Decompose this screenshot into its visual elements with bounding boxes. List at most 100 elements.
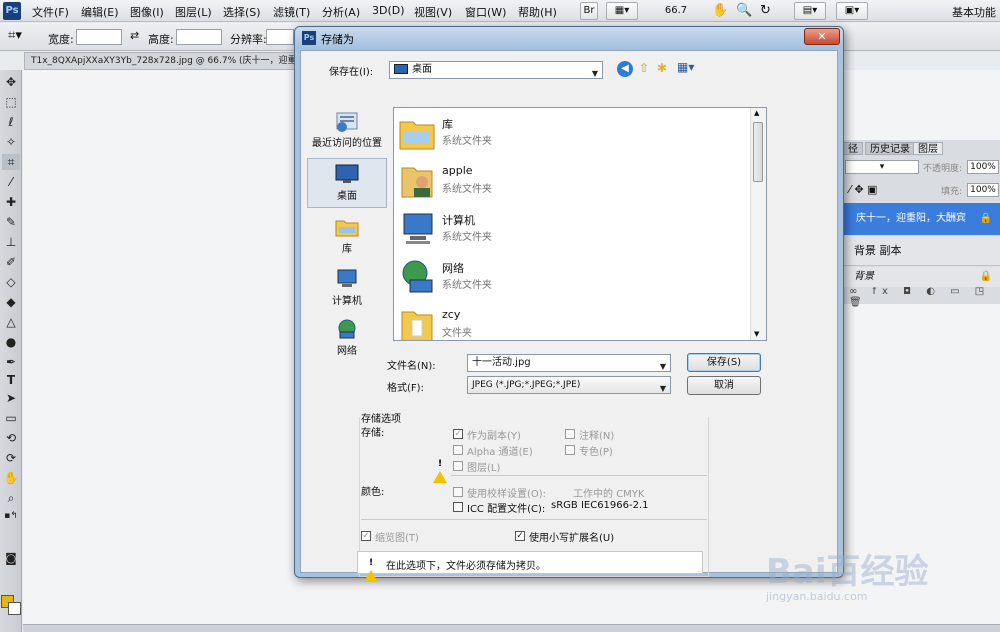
- menu-file[interactable]: 文件(F): [32, 4, 69, 20]
- place-recent[interactable]: 最近访问的位置: [307, 106, 387, 156]
- back-icon[interactable]: ◀: [617, 61, 633, 77]
- rotate-view-icon[interactable]: ↻: [760, 3, 771, 18]
- zoom-tool-icon[interactable]: ⌕: [2, 490, 20, 506]
- healing-brush-icon[interactable]: ✚: [2, 194, 20, 210]
- pen-tool-icon[interactable]: ✒: [2, 354, 20, 370]
- up-folder-icon[interactable]: ⇧: [639, 61, 649, 75]
- notes-checkbox[interactable]: [565, 429, 575, 439]
- blur-tool-icon[interactable]: △: [2, 314, 20, 330]
- lock-icons[interactable]: ⁄ ✥ ▣: [849, 183, 877, 196]
- resolution-input[interactable]: [266, 29, 294, 45]
- eyedropper-icon[interactable]: ⁄: [2, 174, 20, 190]
- layers-checkbox[interactable]: [453, 461, 463, 471]
- dialog-titlebar[interactable]: Ps 存储为 ✕: [295, 27, 843, 49]
- clone-stamp-icon[interactable]: ⊥: [2, 234, 20, 250]
- layer-row-selected[interactable]: 庆十一，迎重阳，大酬宾 🔒: [842, 203, 1000, 235]
- scroll-down-icon[interactable]: ▼: [754, 330, 759, 338]
- swap-icon[interactable]: ⇄: [130, 29, 139, 42]
- 3d-orbit-icon[interactable]: ⟳: [2, 450, 20, 466]
- list-item[interactable]: 网络 系统文件夹: [398, 254, 748, 300]
- menu-window[interactable]: 窗口(W): [465, 4, 506, 20]
- background-color-swatch[interactable]: [8, 602, 21, 615]
- place-label: 网络: [337, 346, 357, 357]
- move-tool-icon[interactable]: ✥: [2, 74, 20, 90]
- document-tab[interactable]: T1x_8QXApjXXaXY3Yb_728x728.jpg @ 66.7% (…: [24, 52, 304, 70]
- new-folder-icon[interactable]: ✱: [657, 61, 667, 75]
- opacity-input[interactable]: 100%: [967, 160, 999, 174]
- dodge-tool-icon[interactable]: ●: [2, 334, 20, 350]
- menu-view[interactable]: 视图(V): [414, 4, 452, 20]
- menu-filter[interactable]: 滤镜(T): [273, 4, 310, 20]
- crop-tool-icon[interactable]: ⌗▾: [8, 28, 22, 43]
- layer-row[interactable]: 背景 🔒: [842, 267, 1000, 287]
- as-copy-checkbox[interactable]: [453, 429, 463, 439]
- file-list[interactable]: 库 系统文件夹 apple 系统文件夹 计算机 系统文件夹 网络 系统文件夹 z…: [393, 107, 767, 341]
- place-desktop[interactable]: 桌面: [307, 158, 387, 208]
- shape-tool-icon[interactable]: ▭: [2, 410, 20, 426]
- hand-icon[interactable]: ✋: [712, 3, 728, 18]
- quick-mask-icon[interactable]: ◙: [2, 550, 20, 566]
- place-libraries[interactable]: 库: [307, 212, 387, 262]
- history-brush-icon[interactable]: ✐: [2, 254, 20, 270]
- list-item[interactable]: 计算机 系统文件夹: [398, 206, 748, 252]
- lasso-tool-icon[interactable]: ℓ: [2, 114, 20, 130]
- width-input[interactable]: [76, 29, 122, 45]
- cancel-button[interactable]: 取消: [687, 376, 761, 395]
- tab-paths[interactable]: 径: [843, 142, 863, 155]
- menu-edit[interactable]: 编辑(E): [81, 4, 119, 20]
- list-item[interactable]: 库 系统文件夹: [398, 110, 748, 156]
- zoom-icon[interactable]: 🔍: [736, 3, 752, 18]
- alpha-checkbox[interactable]: [453, 445, 463, 455]
- menu-image[interactable]: 图像(I): [130, 4, 164, 20]
- path-selection-icon[interactable]: ➤: [2, 390, 20, 406]
- baidu-watermark: Bai百经验 jingyan.baidu.com: [766, 534, 966, 614]
- magic-wand-icon[interactable]: ✧: [2, 134, 20, 150]
- type-tool-icon[interactable]: T: [2, 372, 20, 388]
- tab-layers[interactable]: 图层: [913, 142, 943, 155]
- view-menu-icon[interactable]: ▦▾: [677, 60, 694, 74]
- hand-tool-icon[interactable]: ✋: [2, 470, 20, 486]
- spot-checkbox[interactable]: [565, 445, 575, 455]
- menu-3d[interactable]: 3D(D): [372, 4, 405, 17]
- menu-analysis[interactable]: 分析(A): [322, 4, 360, 20]
- layer-row[interactable]: 背景 副本: [842, 236, 1000, 266]
- tab-history[interactable]: 历史记录: [865, 142, 915, 155]
- menu-help[interactable]: 帮助(H): [518, 4, 557, 20]
- save-button[interactable]: 保存(S): [687, 353, 761, 372]
- list-item[interactable]: zcy 文件夹: [398, 302, 748, 340]
- file-list-scrollbar[interactable]: ▲ ▼: [750, 108, 766, 340]
- scroll-thumb[interactable]: [753, 122, 763, 182]
- paint-bucket-icon[interactable]: ◆: [2, 294, 20, 310]
- save-in-select[interactable]: 桌面 ▼: [389, 61, 603, 79]
- scroll-up-icon[interactable]: ▲: [754, 109, 759, 117]
- crop-tool-icon[interactable]: ⌗: [2, 154, 20, 170]
- place-computer[interactable]: 计算机: [307, 264, 387, 314]
- brush-icon[interactable]: ✎: [2, 214, 20, 230]
- swap-colors-icon[interactable]: ▪↰: [2, 508, 20, 524]
- close-button[interactable]: ✕: [804, 28, 840, 45]
- eraser-icon[interactable]: ◇: [2, 274, 20, 290]
- layer-actions-bar[interactable]: ∞ fx ◘ ◐ ▭ ◳ 🗑: [843, 286, 1000, 308]
- zoom-level[interactable]: 66.7: [648, 3, 704, 19]
- menu-select[interactable]: 选择(S): [223, 4, 261, 20]
- icc-checkbox[interactable]: [453, 502, 463, 512]
- thumbnail-checkbox[interactable]: [361, 531, 371, 541]
- workspace-switcher[interactable]: 基本功能: [952, 4, 996, 20]
- lowercase-ext-checkbox[interactable]: [515, 531, 525, 541]
- screen-mode-button[interactable]: ▣▾: [836, 2, 868, 20]
- format-select[interactable]: JPEG (*.JPG;*.JPEG;*.JPE) ▼: [467, 376, 671, 394]
- fill-input[interactable]: 100%: [967, 183, 999, 197]
- 3d-rotate-icon[interactable]: ⟲: [2, 430, 20, 446]
- divider: [361, 519, 707, 520]
- view-extras-button[interactable]: ▦▾: [606, 2, 638, 20]
- marquee-tool-icon[interactable]: ⬚: [2, 94, 20, 110]
- place-network[interactable]: 网络: [307, 314, 387, 364]
- proof-checkbox[interactable]: [453, 487, 463, 497]
- blend-mode-select[interactable]: ▾: [845, 160, 919, 174]
- height-input[interactable]: [176, 29, 222, 45]
- filename-input[interactable]: 十一活动.jpg ▼: [467, 354, 671, 372]
- list-item[interactable]: apple 系统文件夹: [398, 158, 748, 204]
- bridge-button[interactable]: Br: [580, 2, 598, 20]
- arrange-documents-button[interactable]: ▤▾: [794, 2, 826, 20]
- menu-layer[interactable]: 图层(L): [175, 4, 212, 20]
